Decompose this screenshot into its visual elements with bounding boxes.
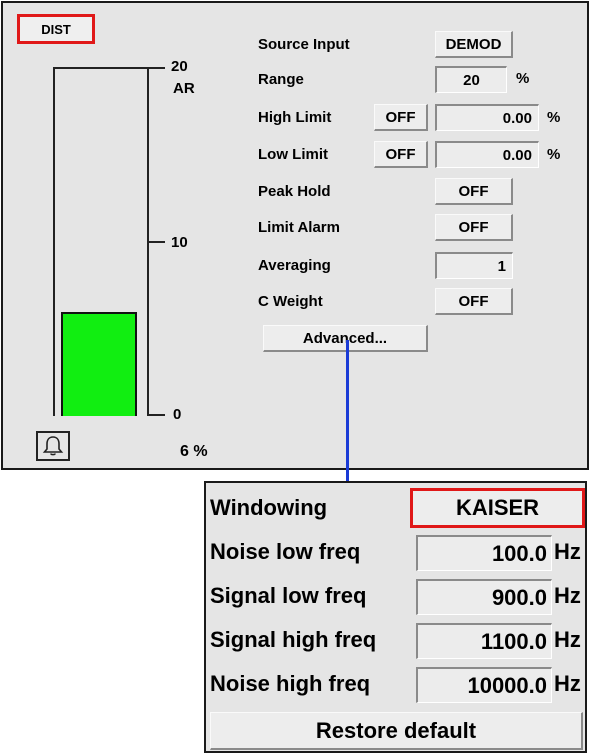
high-limit-toggle[interactable]: OFF (374, 104, 428, 131)
signal-low-label: Signal low freq (210, 583, 367, 608)
averaging-field[interactable]: 1 (435, 252, 513, 279)
signal-high-label: Signal high freq (210, 627, 377, 652)
connector-line (346, 340, 349, 490)
range-label: Range (258, 71, 304, 88)
signal-high-field[interactable]: 1100.0 (416, 623, 552, 659)
noise-high-unit: Hz (554, 671, 581, 696)
range-field[interactable]: 20 (435, 66, 507, 93)
high-limit-field[interactable]: 0.00 (435, 104, 539, 131)
source-input-label: Source Input (258, 36, 350, 53)
signal-high-unit: Hz (554, 627, 581, 652)
scale-mid-label: 10 (171, 234, 188, 251)
low-limit-field[interactable]: 0.00 (435, 141, 539, 168)
range-unit: % (516, 70, 530, 87)
signal-low-unit: Hz (554, 583, 581, 608)
noise-low-unit: Hz (554, 539, 581, 564)
alarm-button[interactable] (36, 431, 70, 461)
scale-tick-top (149, 67, 165, 69)
low-limit-label: Low Limit (258, 146, 328, 163)
low-limit-unit: % (547, 146, 561, 163)
scale-tick-mid (149, 241, 165, 243)
scale-top-label: 20 (171, 58, 188, 75)
limit-alarm-label: Limit Alarm (258, 219, 340, 236)
level-bar (53, 67, 149, 416)
peak-hold-label: Peak Hold (258, 183, 331, 200)
limit-alarm-button[interactable]: OFF (435, 214, 513, 241)
noise-high-label: Noise high freq (210, 671, 371, 696)
scale-unit-label: AR (173, 80, 195, 97)
averaging-label: Averaging (258, 257, 331, 274)
c-weight-label: C Weight (258, 293, 323, 310)
low-limit-toggle[interactable]: OFF (374, 141, 428, 168)
meter-settings-panel: DIST 20 AR 10 0 6 % Source Input DEMOD R… (1, 1, 589, 470)
scale-tick-bottom (149, 414, 165, 416)
advanced-settings-panel: Windowing KAISER Noise low freq 100.0 Hz… (204, 481, 587, 753)
c-weight-button[interactable]: OFF (435, 288, 513, 315)
noise-low-field[interactable]: 100.0 (416, 535, 552, 571)
level-bar-fill (61, 312, 137, 416)
noise-high-field[interactable]: 10000.0 (416, 667, 552, 703)
restore-default-button[interactable]: Restore default (210, 712, 583, 750)
dist-tab[interactable]: DIST (17, 14, 95, 44)
level-readout: 6 % (180, 443, 208, 460)
windowing-button[interactable]: KAISER (410, 488, 585, 528)
windowing-label: Windowing (210, 495, 328, 520)
source-input-button[interactable]: DEMOD (435, 31, 513, 58)
peak-hold-button[interactable]: OFF (435, 178, 513, 205)
bell-icon (42, 436, 64, 456)
high-limit-label: High Limit (258, 109, 332, 126)
signal-low-field[interactable]: 900.0 (416, 579, 552, 615)
high-limit-unit: % (547, 109, 561, 126)
noise-low-label: Noise low freq (210, 539, 361, 564)
scale-bottom-label: 0 (173, 406, 182, 423)
